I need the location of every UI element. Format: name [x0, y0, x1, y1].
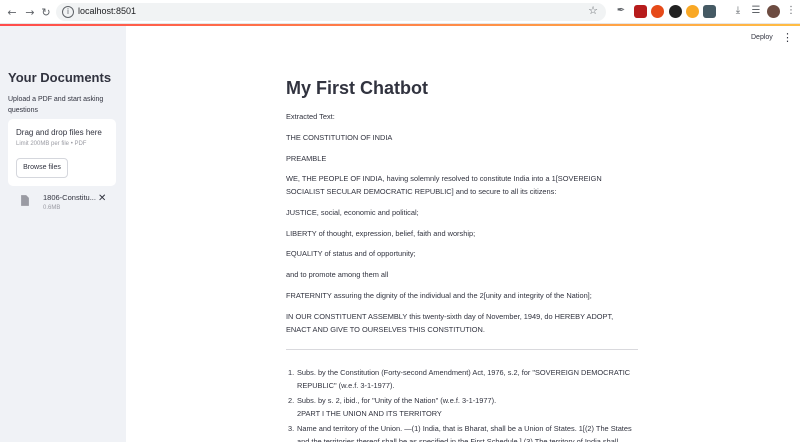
doc-paragraph: FRATERNITY assuring the dignity of the i… [286, 291, 592, 300]
doc-paragraph: JUSTICE, social, economic and political; [286, 208, 419, 217]
list-item: 3. Name and territory of the Union. —(1)… [286, 423, 638, 442]
pen-extension-icon[interactable]: ✒ [614, 4, 628, 18]
uploaded-file: 1806-Constitu... 0.6MB ✕ [8, 192, 118, 214]
profile-avatar[interactable] [767, 5, 780, 18]
footnote-number: 2. [288, 396, 295, 405]
horizontal-divider [286, 349, 638, 350]
page-title: My First Chatbot [286, 78, 428, 98]
footnote-number: 1. [288, 368, 295, 377]
back-icon[interactable]: ← [4, 4, 20, 20]
doc-paragraph: and to promote among them all [286, 270, 389, 279]
url-text: localhost:8501 [78, 6, 137, 16]
file-name: 1806-Constitu... [43, 193, 96, 202]
extracted-label: Extracted Text: [286, 112, 335, 121]
footnote-text: Subs. by the Constitution (Forty-second … [297, 368, 631, 390]
footnote-number: 3. [288, 424, 295, 433]
doc-heading: THE CONSTITUTION OF INDIA [286, 133, 393, 142]
doc-preamble: PREAMBLE [286, 154, 327, 163]
list-item: 1. Subs. by the Constitution (Forty-seco… [286, 367, 638, 392]
file-dropzone[interactable]: Drag and drop files here Limit 200MB per… [8, 119, 116, 186]
sidebar: Your Documents Upload a PDF and start as… [0, 26, 126, 442]
bookmark-star-icon[interactable]: ☆ [588, 4, 598, 17]
doc-paragraph: IN OUR CONSTITUENT ASSEMBLY this twenty-… [286, 312, 614, 334]
extension-yellow-icon[interactable] [686, 5, 699, 18]
remove-file-close-icon[interactable]: ✕ [98, 193, 106, 204]
sidebar-title: Your Documents [8, 70, 112, 85]
extension-orange-icon[interactable] [651, 5, 664, 18]
dropzone-title: Drag and drop files here [16, 128, 102, 137]
reload-icon[interactable]: ↻ [38, 4, 54, 20]
doc-paragraph: LIBERTY of thought, expression, belief, … [286, 229, 476, 238]
list-item: 2. Subs. by s. 2, ibid., for "Unity of t… [286, 395, 638, 420]
doc-paragraph: WE, THE PEOPLE OF INDIA, having solemnly… [286, 174, 602, 196]
footnote-list: 1. Subs. by the Constitution (Forty-seco… [286, 367, 638, 442]
file-icon [21, 195, 29, 206]
site-info-icon[interactable]: i [62, 6, 74, 18]
extension-dark-icon[interactable] [669, 5, 682, 18]
browse-files-button[interactable]: Browse files [16, 158, 68, 178]
deploy-button[interactable]: Deploy [751, 34, 773, 41]
footnote-text: Subs. by s. 2, ibid., for "Unity of the … [297, 396, 497, 405]
browser-menu-icon[interactable]: ⋮ [784, 4, 798, 18]
download-icon[interactable]: ⤓ [731, 4, 745, 18]
main-menu-icon[interactable]: ⋮ [782, 31, 793, 44]
extension-red-icon[interactable] [634, 5, 647, 18]
dropzone-limit: Limit 200MB per file • PDF [16, 141, 87, 147]
file-size: 0.6MB [43, 205, 61, 211]
footnote-text-continued: 2PART I THE UNION AND ITS TERRITORY [297, 408, 442, 418]
browser-toolbar: ← → ↻ i localhost:8501 ☆ ✒ ⤓ ☰ ⋮ [0, 0, 800, 24]
footnote-text: Name and territory of the Union. —(1) In… [297, 424, 632, 442]
address-bar[interactable]: i localhost:8501 ☆ [56, 3, 606, 21]
forward-icon[interactable]: → [22, 4, 38, 20]
reading-list-icon[interactable]: ☰ [749, 4, 763, 18]
sidebar-description: Upload a PDF and start asking questions [8, 96, 104, 114]
extension-grey-icon[interactable] [703, 5, 716, 18]
doc-paragraph: EQUALITY of status and of opportunity; [286, 249, 416, 258]
